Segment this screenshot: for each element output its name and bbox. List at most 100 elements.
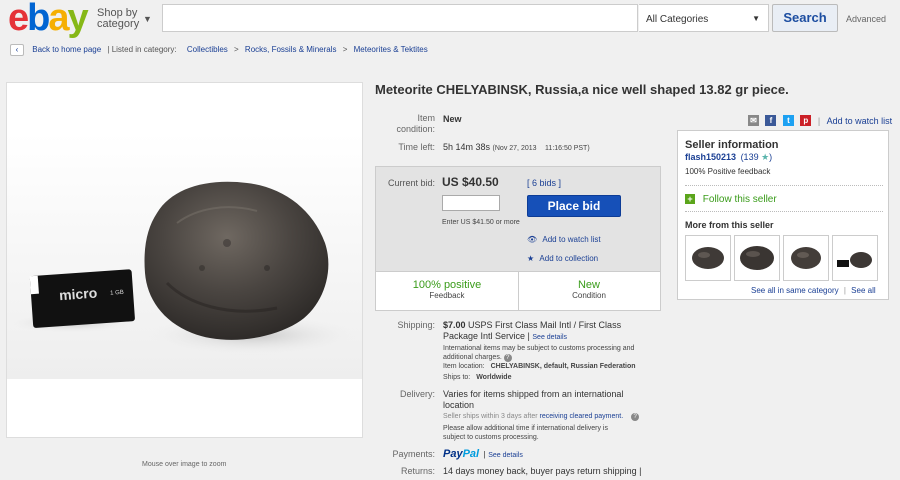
time-left-label: Time left: [398, 142, 435, 152]
zoom-hint: Mouse over image to zoom [142, 461, 227, 468]
divider [685, 185, 883, 186]
back-arrow-icon[interactable]: ‹ [10, 44, 24, 56]
add-collection-label: Add to collection [539, 254, 599, 263]
chevron-down-icon: ▼ [143, 14, 152, 24]
star-icon: ★ [527, 254, 535, 263]
add-watch-list-top-link[interactable]: Add to watch list [827, 116, 893, 126]
returns-value: 14 days money back, buyer pays return sh… [443, 466, 642, 476]
seller-score-close: ) [769, 152, 773, 162]
category-select-value: All Categories [646, 14, 709, 25]
place-bid-button[interactable]: Place bid [527, 195, 621, 217]
header: ebay Shop by category ▼ All Categories ▼… [0, 0, 900, 40]
time-left-time: 11:16:50 PST) [545, 145, 590, 152]
help-icon[interactable]: ? [631, 413, 640, 421]
paypal-logo-pay: Pay [443, 448, 463, 460]
item-condition-label-2: condition: [396, 124, 435, 134]
breadcrumb-item-rocks[interactable]: Rocks, Fossils & Minerals [245, 45, 337, 54]
logo-letter-e: e [8, 0, 29, 39]
item-condition-value: New [443, 114, 462, 124]
meteorite-thumbnail-image [837, 252, 872, 268]
payments-separator: | [483, 450, 486, 459]
more-item-thumbnail[interactable] [685, 235, 731, 281]
chevron-down-icon: ▼ [752, 14, 760, 23]
advanced-search-link[interactable]: Advanced [846, 14, 886, 24]
feedback-label: Feedback [429, 291, 465, 300]
add-watch-list-label: Add to watch list [542, 235, 601, 244]
intl-note-2-row: additional charges. ? [443, 353, 634, 362]
delivery-note-1: Please allow additional time if internat… [443, 425, 608, 432]
delivery-text-2: location [443, 400, 475, 410]
category-select[interactable]: All Categories ▼ [639, 4, 769, 32]
logo-letter-a: a [48, 0, 69, 39]
item-location-label: Item location: [443, 363, 485, 370]
ships-to-value: Worldwide [476, 374, 512, 381]
delivery-label: Delivery: [399, 389, 435, 399]
condition-cell: New Condition [518, 272, 660, 311]
seller-see-all-row: See all in same category | See all [751, 286, 876, 295]
cleared-payment-link[interactable]: receiving cleared payment. [540, 413, 624, 420]
page: ebay Shop by category ▼ All Categories ▼… [0, 0, 900, 480]
search-input[interactable] [162, 4, 638, 32]
facebook-icon[interactable]: f [765, 115, 777, 127]
bid-amount-input[interactable] [442, 195, 500, 211]
help-icon[interactable]: ? [503, 354, 512, 362]
see-all-link[interactable]: See all [851, 286, 875, 295]
shipping-service-line-2: Package Intl Service | See details [443, 331, 568, 341]
seller-info-title: Seller information [685, 139, 779, 151]
more-item-thumbnail[interactable] [734, 235, 780, 281]
ships-within-text: Seller ships within 3 days after [443, 413, 538, 420]
time-left-date: (Nov 27, 2013 [492, 145, 537, 152]
seller-score[interactable]: (139 [741, 152, 759, 162]
bid-count-link[interactable]: [ 6 bids ] [527, 178, 561, 188]
back-to-home-link[interactable]: Back to home page [32, 45, 101, 54]
shipping-intl-note: International items may be subject to cu… [443, 344, 634, 362]
more-item-thumbnail[interactable] [832, 235, 878, 281]
payments-value: PayPal | See details [443, 448, 523, 460]
returns-text: 14 days money back, buyer pays return sh… [443, 466, 637, 476]
add-watch-list-link[interactable]: 👁 Add to watch list [527, 235, 601, 244]
separator: | [843, 286, 846, 295]
item-image-panel[interactable]: micro 1 GB [6, 82, 363, 438]
twitter-icon[interactable]: t [782, 115, 794, 127]
shipping-label: Shipping: [397, 320, 435, 330]
pinterest-icon[interactable]: p [800, 115, 812, 127]
email-icon[interactable]: ✉ [748, 115, 759, 127]
ships-to-label: Ships to: [443, 374, 471, 381]
payments-see-details-link[interactable]: See details [488, 452, 523, 459]
seller-name-row: flash150213 (139 ★) [685, 152, 772, 163]
seller-name-link[interactable]: flash150213 [685, 152, 736, 162]
breadcrumb-item-collectibles[interactable]: Collectibles [187, 45, 228, 54]
share-row: ✉ f t p | Add to watch list [748, 112, 893, 127]
shipping-service-line-1: $7.00 USPS First Class Mail Intl / First… [443, 320, 621, 331]
intl-note-1: International items may be subject to cu… [443, 345, 635, 352]
payments-label: Payments: [392, 449, 435, 459]
shop-by-category[interactable]: Shop by category ▼ [97, 8, 152, 30]
follow-seller-link[interactable]: + Follow this seller [685, 194, 777, 205]
delivery-text: Varies for items shipped from an interna… [443, 389, 623, 411]
bid-box: Current bid: US $40.50 [ 6 bids ] Place … [375, 166, 661, 311]
ships-to: Ships to: Worldwide [443, 374, 511, 381]
plus-icon: + [685, 194, 695, 204]
shipping-price: $7.00 [443, 320, 466, 330]
condition-label: Condition [572, 291, 606, 300]
search-button[interactable]: Search [772, 4, 838, 32]
shipping-see-details-link[interactable]: See details [532, 334, 567, 341]
seller-ships-within: Seller ships within 3 days after receivi… [443, 413, 640, 421]
ebay-logo[interactable]: ebay [8, 0, 89, 39]
share-separator: | [817, 115, 821, 126]
more-item-thumbnail[interactable] [783, 235, 829, 281]
delivery-note-2: subject to customs processing. [443, 434, 539, 441]
see-all-same-category-link[interactable]: See all in same category [751, 286, 839, 295]
item-title: Meteorite CHELYABINSK, Russia,a nice wel… [375, 82, 789, 97]
category-label: category [97, 18, 140, 30]
add-collection-link[interactable]: ★ Add to collection [527, 254, 598, 263]
breadcrumb-separator: > [234, 45, 239, 55]
bid-feedback-row: 100% positive Feedback New Condition [376, 271, 660, 311]
positive-feedback-value: 100% positive [412, 279, 482, 291]
seller-feedback: 100% Positive feedback [685, 167, 771, 176]
breadcrumb-item-meteorites[interactable]: Meteorites & Tektites [354, 45, 428, 54]
returns-label: Returns: [400, 466, 435, 476]
follow-seller-label: Follow this seller [702, 194, 777, 205]
shipping-service-1: USPS First Class Mail Intl / First Class [468, 320, 622, 330]
meteorite-thumbnail-image [740, 246, 774, 270]
